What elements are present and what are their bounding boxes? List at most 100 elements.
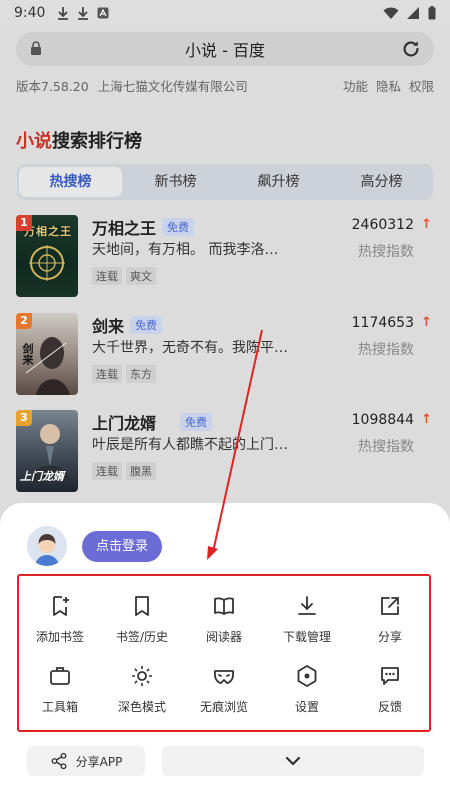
share-app-button[interactable]: 分享APP	[27, 746, 145, 776]
book-tag: 连载	[92, 462, 122, 480]
book-title[interactable]: 剑来	[92, 313, 124, 337]
book-item[interactable]: 万相之王 1 万相之王 免费 天地间，有万相。 而我李洛… 连载 爽文 2460…	[16, 215, 434, 297]
book-tag: 东方	[126, 365, 156, 383]
avatar[interactable]	[27, 526, 67, 566]
collapse-menu-button[interactable]	[162, 746, 424, 776]
book-title[interactable]: 万相之王	[92, 215, 156, 239]
tab-hot-search[interactable]: 热搜榜	[19, 167, 122, 197]
hot-score: 2460312	[351, 217, 414, 233]
share-external-icon	[381, 597, 399, 615]
open-book-icon	[214, 597, 234, 615]
ranking-title-highlight: 小说	[16, 131, 52, 152]
menu-item-incognito[interactable]: 无痕浏览	[183, 664, 265, 724]
hot-score: 1098844	[351, 412, 414, 428]
hot-score: 1174653	[351, 315, 414, 331]
ranking-title: 小说搜索排行榜	[16, 127, 142, 153]
signal-icon	[407, 6, 419, 19]
arrow-up-icon: ↑	[421, 412, 432, 427]
ranking-title-rest: 搜索排行榜	[52, 131, 142, 152]
book-description: 叶辰是所有人都瞧不起的上门…	[92, 437, 288, 453]
menu-item-label: 下载管理	[282, 630, 331, 644]
hexagon-settings-icon	[297, 665, 317, 687]
menu-item-label: 分享	[377, 630, 402, 644]
url-title: 小说 - 百度	[185, 41, 265, 60]
menu-item-label: 深色模式	[117, 700, 166, 714]
book-cover[interactable]: 剑来 2	[16, 313, 78, 395]
url-bar[interactable]: 小说 - 百度	[16, 32, 434, 66]
menu-item-settings[interactable]: 设置	[266, 664, 348, 724]
menu-item-label: 阅读器	[205, 630, 242, 644]
user-avatar-icon	[27, 526, 67, 566]
sun-icon	[132, 666, 152, 686]
rank-badge: 1	[16, 215, 32, 231]
menu-item-share[interactable]: 分享	[349, 594, 431, 654]
book-cover-title: 上门龙婿	[20, 470, 64, 483]
menu-item-add-bookmark[interactable]: 添加书签	[19, 594, 101, 654]
menu-item-toolbox[interactable]: 工具箱	[19, 664, 101, 724]
arrow-up-icon: ↑	[421, 315, 432, 330]
ranking-tabs: 热搜榜 新书榜 飙升榜 高分榜	[17, 164, 433, 200]
reload-icon[interactable]	[400, 38, 422, 60]
menu-item-bookmarks-history[interactable]: 书签/历史	[101, 594, 183, 654]
feedback-bubble-icon	[381, 667, 399, 685]
menu-item-label: 工具箱	[41, 700, 78, 714]
tab-new-books[interactable]: 新书榜	[124, 165, 227, 199]
status-time: 9:40	[14, 5, 46, 21]
rank-badge: 2	[16, 313, 32, 329]
download-icon	[298, 596, 316, 615]
menu-item-dark-mode[interactable]: 深色模式	[101, 664, 183, 724]
book-tag: 连载	[92, 267, 122, 285]
share-app-label: 分享APP	[75, 754, 123, 769]
book-description: 天地间，有万相。 而我李洛…	[92, 242, 279, 258]
menu-item-label: 添加书签	[35, 630, 84, 644]
login-button[interactable]: 点击登录	[82, 531, 162, 562]
book-tag: 连载	[92, 365, 122, 383]
lock-icon	[31, 41, 41, 55]
app-version: 版本7.58.20	[16, 79, 89, 94]
menu-item-label: 反馈	[377, 700, 402, 714]
tab-top-rated[interactable]: 高分榜	[330, 165, 433, 199]
menu-item-downloads[interactable]: 下载管理	[266, 594, 348, 654]
free-badge: 免费	[162, 218, 194, 236]
tab-rising[interactable]: 飙升榜	[227, 165, 330, 199]
book-item[interactable]: 上门龙婿 3 上门龙婿 免费 叶辰是所有人都瞧不起的上门… 连载 腹黑 1098…	[16, 410, 434, 492]
download-notification-icon	[78, 7, 89, 20]
link-privacy[interactable]: 隐私	[376, 76, 401, 94]
hot-score-label: 热搜指数	[358, 439, 414, 455]
app-notification-icon	[97, 7, 109, 19]
rank-badge: 3	[16, 410, 32, 426]
bookmark-icon	[135, 596, 149, 616]
menu-item-label: 书签/历史	[115, 630, 169, 644]
chevron-down-icon	[285, 756, 301, 766]
app-info-row: 版本7.58.20 上海七猫文化传媒有限公司 功能 隐私 权限	[16, 76, 434, 94]
book-tag: 爽文	[126, 267, 156, 285]
download-notification-icon	[58, 7, 69, 20]
bookmark-add-icon	[53, 596, 69, 616]
book-title[interactable]: 上门龙婿	[92, 410, 156, 434]
book-cover[interactable]: 万相之王 1	[16, 215, 78, 297]
hot-score-label: 热搜指数	[358, 244, 414, 260]
hot-score-label: 热搜指数	[358, 342, 414, 358]
book-cover[interactable]: 上门龙婿 3	[16, 410, 78, 492]
link-features[interactable]: 功能	[343, 76, 368, 94]
menu-item-label: 无痕浏览	[199, 700, 248, 714]
share-nodes-icon	[51, 752, 67, 770]
book-description: 大千世界，无奇不有。我陈平…	[92, 340, 288, 356]
wifi-icon	[383, 7, 399, 19]
book-item[interactable]: 剑来 2 剑来 免费 大千世界，无奇不有。我陈平… 连载 东方 1174653 …	[16, 313, 434, 395]
menu-item-label: 设置	[294, 700, 319, 714]
book-tag: 腹黑	[126, 462, 156, 480]
free-badge: 免费	[130, 316, 162, 334]
menu-item-reader[interactable]: 阅读器	[183, 594, 265, 654]
mask-icon	[214, 670, 234, 684]
link-permissions[interactable]: 权限	[409, 76, 434, 94]
battery-icon	[428, 6, 436, 20]
arrow-up-icon: ↑	[421, 217, 432, 232]
app-company: 上海七猫文化传媒有限公司	[97, 79, 248, 94]
status-bar: 9:40	[0, 0, 450, 26]
toolbox-icon	[50, 667, 70, 685]
menu-item-feedback[interactable]: 反馈	[349, 664, 431, 724]
free-badge: 免费	[180, 413, 212, 431]
book-cover-title: 剑来	[21, 343, 34, 365]
menu-grid: 添加书签 书签/历史 阅读器 下载管理 分享 工具箱 深色模式 无痕浏览 设置 …	[17, 574, 431, 732]
